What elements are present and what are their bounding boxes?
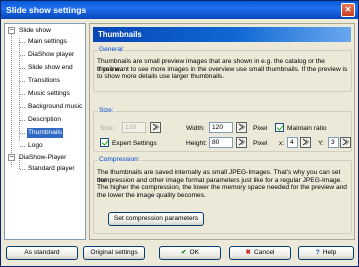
size-spin-button[interactable] bbox=[150, 122, 161, 133]
tree-connector bbox=[20, 146, 25, 147]
spin-icon bbox=[238, 123, 246, 131]
height-input[interactable]: 80 bbox=[209, 137, 233, 148]
tree-item-music-settings[interactable]: Music settings bbox=[27, 89, 71, 99]
help-label: Help bbox=[322, 249, 337, 256]
tree-item-diashow-player-root[interactable]: DiaShow-Player bbox=[18, 153, 67, 163]
tree-item-thumbnails[interactable]: Thumbnails bbox=[27, 128, 64, 138]
tree-connector bbox=[20, 94, 25, 95]
ratio-y-input[interactable]: 3 bbox=[328, 137, 339, 148]
cancel-button[interactable]: ✖ Cancel bbox=[229, 246, 291, 260]
general-text-line: If you want to see more images in the ov… bbox=[97, 65, 348, 73]
ratio-x-spin-button[interactable] bbox=[300, 137, 311, 148]
tree-item-slide-show-end[interactable]: Slide show end bbox=[27, 63, 74, 73]
general-group: General: Thumbnails are small preview im… bbox=[93, 46, 352, 92]
tree-item-diashow-player[interactable]: DiaShow player bbox=[27, 50, 75, 60]
compression-text-line: The higher the compression, the lower th… bbox=[97, 184, 347, 192]
compression-group-title: Compression: bbox=[98, 156, 141, 164]
tree-connector bbox=[20, 42, 25, 43]
size-input[interactable]: 120 bbox=[122, 122, 146, 133]
tree-connector bbox=[20, 81, 25, 82]
height-pixel-label: Pixel bbox=[253, 140, 268, 147]
close-button[interactable]: ✕ bbox=[341, 3, 355, 17]
title-bar[interactable]: Slide show settings ✕ bbox=[1, 1, 358, 19]
size-group-title: Size: bbox=[98, 107, 115, 115]
tree-item-slide-show[interactable]: Slide show bbox=[18, 26, 52, 36]
tree-connector bbox=[20, 120, 25, 121]
tree-connector bbox=[20, 68, 25, 69]
tree-connector bbox=[20, 169, 25, 170]
as-standard-button[interactable]: As standard bbox=[6, 246, 78, 260]
help-button[interactable]: ? Help bbox=[298, 246, 354, 260]
ok-button[interactable]: ✔ OK bbox=[159, 246, 221, 260]
expander-minus-icon[interactable]: − bbox=[8, 154, 15, 161]
expander-minus-icon[interactable]: − bbox=[8, 27, 15, 34]
size-label: Size: bbox=[100, 125, 115, 132]
settings-panel: Thumbnails General: Thumbnails are small… bbox=[89, 23, 355, 240]
spin-icon bbox=[238, 138, 246, 146]
compression-text-line: compression and other image format param… bbox=[97, 176, 343, 184]
ratio-x-label: x: bbox=[279, 140, 285, 147]
tree-connector bbox=[20, 133, 25, 134]
width-spin-button[interactable] bbox=[236, 122, 247, 133]
dialog-window: Slide show settings ✕ − Slide show Main … bbox=[0, 0, 359, 267]
set-compression-button[interactable]: Set compression parameters bbox=[108, 212, 204, 226]
expert-settings-label: Expert Settings bbox=[112, 140, 157, 147]
ratio-x-input[interactable]: 4 bbox=[287, 137, 298, 148]
maintain-ratio-checkbox[interactable] bbox=[275, 123, 284, 132]
compression-text-line: the lower the image quality becomes. bbox=[97, 191, 206, 199]
tree-item-logo[interactable]: Logo bbox=[27, 141, 44, 151]
spin-icon bbox=[342, 138, 350, 146]
ok-label: OK bbox=[189, 249, 200, 256]
tree-item-transitions[interactable]: Transitions bbox=[27, 76, 61, 86]
window-title: Slide show settings bbox=[6, 5, 87, 15]
help-icon: ? bbox=[315, 249, 320, 256]
cross-icon: ✖ bbox=[245, 249, 251, 256]
panel-header: Thumbnails bbox=[93, 27, 351, 42]
height-spin-button[interactable] bbox=[236, 137, 247, 148]
tree-connector bbox=[19, 38, 20, 141]
spin-icon bbox=[302, 138, 310, 146]
compression-group: Compression: The thumbnails are saved in… bbox=[93, 156, 352, 234]
maintain-ratio-label: Maintain ratio bbox=[287, 125, 327, 132]
tree-item-standard-player[interactable]: Standard player bbox=[27, 164, 76, 174]
spin-icon bbox=[152, 123, 160, 131]
tree-connector bbox=[11, 34, 12, 167]
tree-item-main-settings[interactable]: Main settings bbox=[27, 37, 68, 47]
width-input[interactable]: 120 bbox=[209, 122, 233, 133]
cancel-label: Cancel bbox=[254, 249, 275, 256]
width-label: Width: bbox=[186, 125, 205, 132]
size-group: Size: Size: 120 Width: 120 Pixel Maintai… bbox=[93, 107, 352, 152]
checkmark-icon: ✔ bbox=[180, 249, 187, 256]
tree-item-background-music[interactable]: Background music bbox=[27, 102, 83, 112]
ratio-y-spin-button[interactable] bbox=[340, 137, 351, 148]
height-label: Height: bbox=[186, 140, 207, 147]
close-icon: ✕ bbox=[344, 5, 352, 14]
tree-connector bbox=[20, 107, 25, 108]
tree-item-description[interactable]: Description bbox=[27, 115, 62, 125]
tree-connector bbox=[20, 55, 25, 56]
width-pixel-label: Pixel bbox=[253, 125, 268, 132]
general-group-title: General: bbox=[98, 46, 126, 54]
original-settings-button[interactable]: Original settings bbox=[83, 246, 145, 260]
expert-settings-checkbox[interactable] bbox=[100, 138, 109, 147]
settings-tree[interactable]: − Slide show Main settings DiaShow playe… bbox=[4, 23, 86, 240]
general-text-line: to show more details use larger thumbnai… bbox=[97, 73, 225, 81]
ratio-y-label: Y: bbox=[318, 140, 324, 147]
